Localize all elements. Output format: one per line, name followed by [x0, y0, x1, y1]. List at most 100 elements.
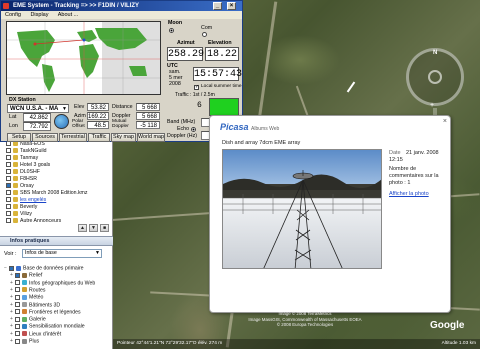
look-joystick-icon[interactable] [428, 70, 442, 84]
mutual-doppler-label: Mutual Doppler [112, 119, 129, 129]
distance-label: Distance [112, 104, 133, 110]
folder-icon [13, 176, 18, 182]
search-down-button[interactable]: ▼ [89, 224, 98, 232]
layer-icon [22, 323, 27, 329]
menu-config[interactable]: Config [5, 12, 21, 18]
chevron-down-icon: ▼ [62, 106, 67, 112]
layer-icon [22, 294, 27, 300]
close-button[interactable]: × [227, 2, 236, 10]
zoom-in-icon[interactable]: + [430, 102, 434, 109]
folder-icon [13, 211, 18, 217]
sky-map-button[interactable]: Sky map [111, 133, 136, 142]
layer-checkbox[interactable] [15, 331, 20, 337]
globe-icon[interactable] [54, 114, 69, 129]
lon-label: Lon [9, 123, 18, 129]
folder-icon [13, 148, 18, 154]
layer-checkbox[interactable] [15, 280, 20, 286]
place-checkbox[interactable] [6, 148, 11, 154]
layer-icon [22, 309, 27, 315]
layer-checkbox[interactable] [15, 316, 20, 322]
dx-station-label: DX Station [9, 97, 36, 103]
menu-about[interactable]: About ... [58, 12, 79, 18]
eme-title-bar[interactable]: EME System - Tracking => >> F1DIN / VILI… [1, 1, 242, 11]
doppler-hz-label: Doppler (Hz) [167, 133, 198, 139]
menu-display[interactable]: Display [30, 12, 48, 18]
lon-field[interactable]: 72.792 [23, 122, 51, 131]
layer-checkbox[interactable] [9, 265, 14, 271]
status-indicator-value: 6 [197, 101, 202, 110]
elev-label: Elev [74, 104, 85, 110]
status-indicator-green [209, 98, 239, 116]
search-up-button[interactable]: ▲ [78, 224, 87, 232]
layer-checkbox[interactable] [15, 287, 20, 293]
echo-radio[interactable] [191, 127, 196, 132]
folder-icon [13, 162, 18, 168]
compass-north-icon[interactable]: N [433, 50, 437, 56]
photo-caption: Dish and array 7dcm EME array [222, 140, 301, 146]
layer-icon [22, 287, 27, 293]
layer-checkbox[interactable] [15, 302, 20, 307]
world-map[interactable] [6, 21, 161, 95]
folder-icon [13, 183, 18, 189]
place-checkbox[interactable] [6, 155, 11, 161]
utc-time-value: 15:57:43 [193, 67, 243, 81]
search-go-button[interactable]: ■ [100, 224, 109, 232]
place-checkbox[interactable] [6, 162, 11, 168]
world-map-button[interactable]: World map [137, 133, 165, 142]
layer-icon [22, 316, 27, 322]
doppler-value: 5 668 [136, 112, 160, 120]
elev-value: 53.82 [87, 103, 109, 111]
time-value: 12:15 [389, 157, 403, 163]
chevron-down-icon: ▼ [95, 250, 100, 256]
layer-icon [16, 265, 21, 271]
view-photo-link[interactable]: Afficher la photo [389, 191, 429, 197]
layer-list-item[interactable]: + Plus [0, 337, 113, 345]
terrestrial-button[interactable]: Terrestrial [59, 133, 87, 142]
navigation-control[interactable]: N [406, 48, 464, 106]
place-checkbox[interactable] [6, 169, 11, 175]
screen: N + Nasa-EOS TaskNGuild Tanmay Hotel 3 goal… [0, 0, 480, 349]
dx-station-select[interactable]: WCN U.S.A. - MA ▼ [7, 104, 69, 113]
place-checkbox[interactable] [6, 204, 11, 210]
folder-icon [13, 190, 18, 196]
placemark-pin[interactable] [346, 81, 356, 93]
local-summer-label: Local summer time [201, 84, 242, 89]
picasa-brand-suffix: Albums Web [251, 126, 280, 132]
infos-pratiques-header[interactable]: Infos pratiques [0, 236, 113, 246]
local-summer-checkbox[interactable]: ✓ [194, 85, 199, 90]
close-icon[interactable]: × [443, 118, 447, 125]
elevation-label: Elevation [208, 40, 232, 46]
google-logo: Google [430, 320, 465, 331]
band-label: Band (MHz) [167, 119, 196, 125]
com-radio[interactable] [202, 32, 207, 37]
place-checkbox[interactable] [6, 183, 11, 189]
layer-checkbox[interactable] [15, 309, 20, 315]
view-select[interactable]: Infos de base ▼ [22, 249, 102, 258]
infos-pratiques-label: Infos pratiques [10, 238, 50, 244]
moon-radio[interactable] [169, 28, 174, 33]
folder-icon [13, 204, 18, 210]
minimize-button[interactable]: _ [213, 2, 222, 10]
place-checkbox[interactable] [6, 211, 11, 217]
layer-checkbox[interactable] [15, 272, 20, 278]
place-checkbox[interactable] [6, 197, 11, 203]
comments-text: Nombre de commentaires sur la photo : 1 [389, 166, 439, 186]
photo-thumbnail[interactable] [222, 149, 382, 269]
layer-checkbox[interactable] [15, 323, 20, 329]
traffic-button[interactable]: Traffic [88, 133, 110, 142]
place-checkbox[interactable] [6, 176, 11, 182]
polar-offset-value: 48.5 [87, 121, 109, 129]
layer-checkbox[interactable] [15, 294, 20, 300]
folder-icon [13, 169, 18, 175]
place-checkbox[interactable] [6, 190, 11, 196]
elevation-value: 18.22 [205, 47, 239, 61]
map-status-bar: Pointeur 42°44'1.21"N 72°29'32.17"O élév… [113, 339, 480, 349]
lat-field[interactable]: 42.862 [23, 113, 51, 122]
sources-button[interactable]: Sources [32, 133, 58, 142]
azimut-value: 258.29 [167, 47, 205, 61]
place-checkbox[interactable] [6, 218, 11, 224]
setup-button[interactable]: Setup [7, 133, 31, 142]
layer-icon [22, 302, 27, 307]
layer-checkbox[interactable] [15, 338, 20, 344]
altitude-readout: Altitude 1.03 km [441, 341, 476, 346]
